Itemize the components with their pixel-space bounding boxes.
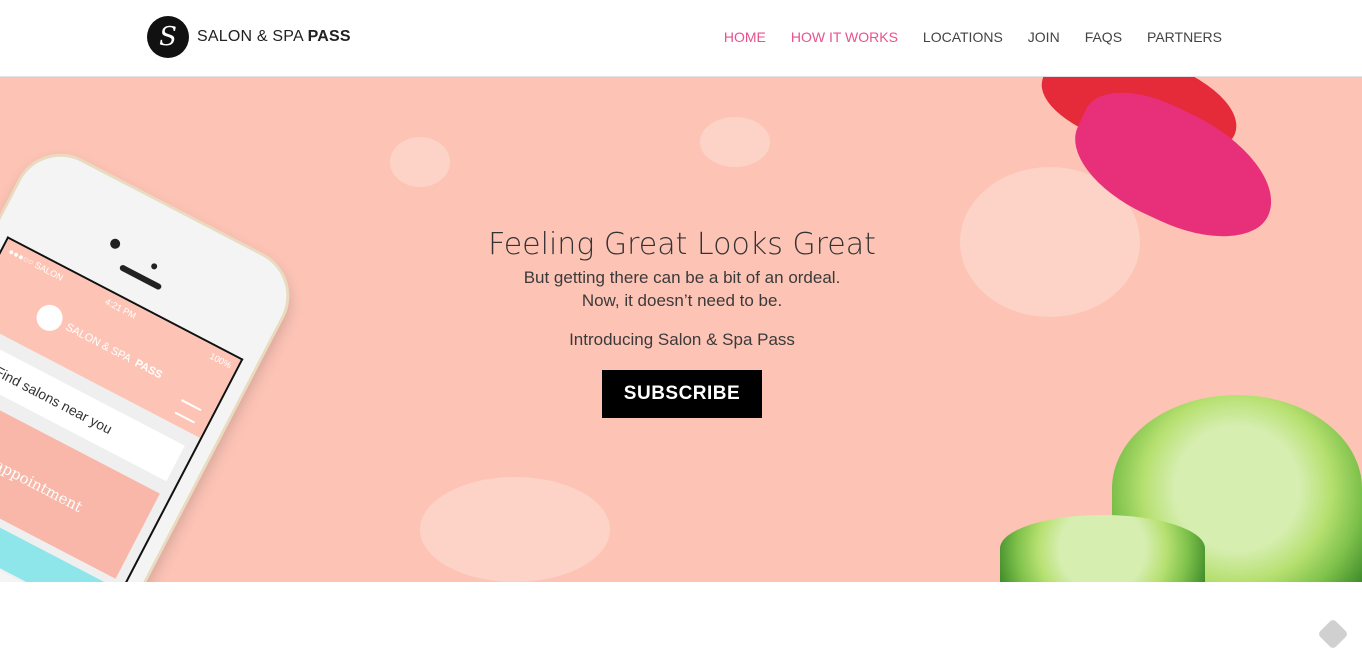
app-logo: SALON & SPA PASS (32, 300, 167, 387)
nav-partners[interactable]: PARTNERS (1147, 29, 1222, 45)
logo-mark-icon: S (147, 16, 189, 58)
app-name-bold: PASS (132, 357, 165, 382)
decor-splat (390, 137, 450, 187)
phone-screen: ●●●○○ SALON 4:21 PM 100% SALON & SPA PASS… (0, 236, 244, 582)
sensor-dot (150, 262, 159, 271)
hero-banner: ●●●○○ SALON 4:21 PM 100% SALON & SPA PASS… (0, 77, 1362, 582)
hero-subtitle-2: Now, it doesn’t need to be. (581, 291, 783, 310)
carrier-status: ●●●○○ SALON (6, 246, 65, 283)
phone-time: 4:21 PM (103, 296, 138, 321)
hero-intro: Introducing Salon & Spa Pass (569, 330, 795, 349)
nav-how-it-works[interactable]: HOW IT WORKS (791, 29, 898, 45)
nav-locations[interactable]: LOCATIONS (923, 29, 1003, 45)
card-label: schedule appointment (0, 422, 86, 516)
nav-join[interactable]: JOIN (1028, 29, 1060, 45)
nav-home[interactable]: HOME (724, 29, 766, 45)
brand-name: SALON & SPA (197, 28, 303, 45)
hamburger-menu-icon (174, 399, 202, 424)
camera-icon (108, 237, 122, 251)
hero-subtitle-1: But getting there can be a bit of an ord… (523, 268, 841, 287)
main-menu: HOME HOW IT WORKS LOCATIONS JOIN FAQS PA… (724, 29, 1222, 45)
decor-splat (700, 117, 770, 167)
decor-splat (420, 477, 610, 582)
phone-mockup: ●●●○○ SALON 4:21 PM 100% SALON & SPA PASS… (0, 137, 307, 582)
top-navbar: S SALON & SPA PASS HOME HOW IT WORKS LOC… (0, 0, 1362, 77)
app-logo-icon (32, 300, 68, 336)
battery-level: 100% (208, 350, 234, 371)
cucumber-slice (1000, 515, 1205, 582)
hero-title: Feeling Great Looks Great (488, 227, 876, 262)
subscribe-button[interactable]: SUBSCRIBE (601, 370, 763, 418)
brand-name-bold: PASS (307, 28, 351, 45)
feedly-icon[interactable] (1317, 618, 1349, 650)
app-name: SALON & SPA (63, 321, 134, 366)
brand-logo[interactable]: S SALON & SPA PASS (147, 16, 351, 58)
hero-content: Feeling Great Looks Great But getting th… (432, 227, 932, 418)
nav-faqs[interactable]: FAQS (1085, 29, 1122, 45)
